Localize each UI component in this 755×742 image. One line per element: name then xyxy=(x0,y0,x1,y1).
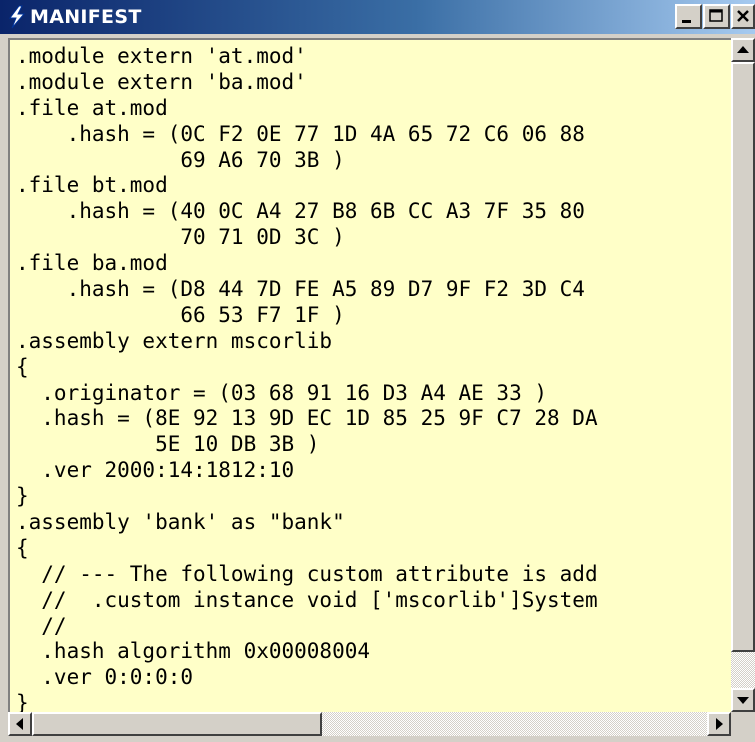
code-line: { xyxy=(16,354,29,379)
horizontal-scroll-thumb[interactable] xyxy=(32,712,322,736)
minimize-button[interactable] xyxy=(675,4,702,29)
scroll-up-button[interactable] xyxy=(731,38,755,62)
vertical-scroll-thumb[interactable] xyxy=(731,62,755,652)
minimize-icon xyxy=(677,6,700,27)
code-line: .assembly extern mscorlib xyxy=(16,328,333,353)
scroll-left-arrow-icon xyxy=(10,714,30,734)
scroll-left-button[interactable] xyxy=(8,712,32,736)
code-line: .ver 0:0:0:0 xyxy=(16,665,194,690)
lightning-bolt-icon xyxy=(6,5,28,29)
code-line: { xyxy=(16,535,29,560)
window-title: MANIFEST xyxy=(30,6,142,28)
code-line: .hash algorithm 0x00008004 xyxy=(16,639,371,664)
scroll-down-button[interactable] xyxy=(731,688,755,712)
code-line: 66 53 F7 1F ) xyxy=(16,302,345,327)
scroll-right-button[interactable] xyxy=(707,712,731,736)
close-button[interactable] xyxy=(731,4,755,29)
code-line: // xyxy=(16,613,67,638)
code-text: .module extern 'at.mod' .module extern 'b… xyxy=(10,40,731,712)
close-icon xyxy=(733,6,753,27)
code-line: .file bt.mod xyxy=(16,173,168,198)
code-line: .ver 2000:14:1812:10 xyxy=(16,458,295,483)
maximize-icon xyxy=(705,6,728,27)
code-line: .originator = (03 68 91 16 D3 A4 AE 33 ) xyxy=(16,380,548,405)
code-line: // --- The following custom attribute is… xyxy=(16,561,598,586)
maximize-button[interactable] xyxy=(703,4,730,29)
code-line: } xyxy=(16,691,29,712)
scroll-right-arrow-icon xyxy=(709,714,729,734)
code-line: // .custom instance void ['mscorlib']Sys… xyxy=(16,587,598,612)
code-line: .hash = (40 0C A4 27 B8 6B CC A3 7F 35 8… xyxy=(16,199,585,224)
code-line: .module extern 'ba.mod' xyxy=(16,69,307,94)
vertical-scrollbar[interactable] xyxy=(731,38,755,712)
scrollbar-corner xyxy=(731,712,755,742)
code-line: .hash = (D8 44 7D FE A5 89 D7 9F F2 3D C… xyxy=(16,277,585,302)
code-line: .hash = (8E 92 13 9D EC 1D 85 25 9F C7 2… xyxy=(16,406,598,431)
code-line: 5E 10 DB 3B ) xyxy=(16,432,320,457)
scroll-up-arrow-icon xyxy=(733,40,753,60)
title-bar[interactable]: MANIFEST xyxy=(0,0,755,34)
code-line: .module extern 'at.mod' xyxy=(16,44,307,68)
code-line: .assembly 'bank' as "bank" xyxy=(16,510,345,535)
scroll-down-arrow-icon xyxy=(733,690,753,710)
code-line: .file at.mod xyxy=(16,95,168,120)
code-line: .hash = (0C F2 0E 77 1D 4A 65 72 C6 06 8… xyxy=(16,121,585,146)
code-line: .file ba.mod xyxy=(16,251,168,276)
code-viewer[interactable]: .module extern 'at.mod' .module extern 'b… xyxy=(8,38,731,712)
manifest-window: MANIFEST .module extern 'at.mod' .module… xyxy=(0,0,755,742)
code-line: 69 A6 70 3B ) xyxy=(16,147,345,172)
code-line: } xyxy=(16,484,29,509)
code-line: 70 71 0D 3C ) xyxy=(16,225,345,250)
horizontal-scrollbar[interactable] xyxy=(8,712,731,736)
